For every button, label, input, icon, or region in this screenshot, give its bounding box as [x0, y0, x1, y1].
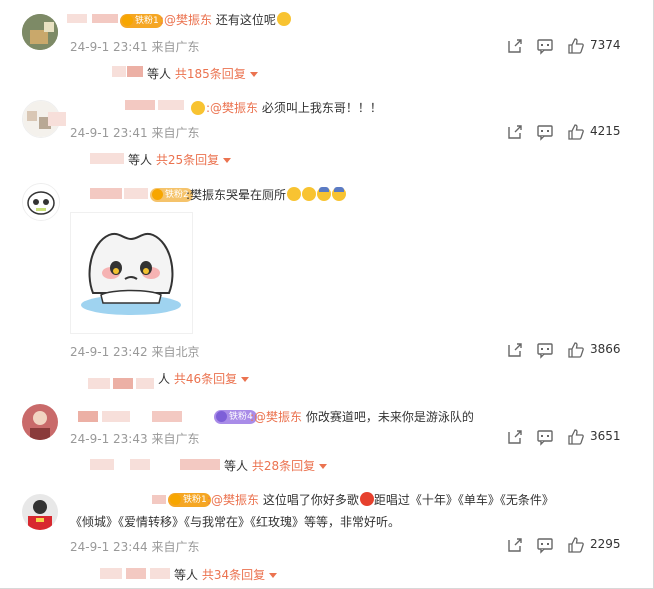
emoji-icon: [317, 187, 332, 201]
emoji-icon: [287, 187, 302, 201]
share-icon[interactable]: [506, 341, 524, 359]
like-count: 3866: [590, 342, 621, 356]
like-count: 3651: [590, 429, 621, 443]
mention-link[interactable]: :@樊振东: [207, 493, 259, 507]
avatar[interactable]: [22, 14, 58, 50]
comment-actions: 7374: [506, 37, 638, 55]
comment-actions: 3866: [506, 341, 638, 359]
share-icon[interactable]: [506, 37, 524, 55]
avatar[interactable]: [22, 404, 58, 440]
location: 来自广东: [151, 126, 200, 140]
share-icon[interactable]: [506, 428, 524, 446]
comment-text: :@樊振东 必须叫上我东哥！！！: [206, 101, 382, 115]
comment-actions: 3651: [506, 428, 638, 446]
timestamp: 24-9-1 23:42: [70, 345, 148, 359]
emoji-icon: [332, 187, 347, 201]
timestamp: 24-9-1 23:41: [70, 126, 148, 140]
location: 来自广东: [151, 40, 200, 54]
location: 来自广东: [151, 432, 200, 446]
reply-summary[interactable]: 等人 共25条回复: [128, 151, 232, 168]
share-icon[interactable]: [506, 536, 524, 554]
emoji-icon: [302, 187, 317, 201]
reply-summary[interactable]: 等人 共185条回复: [147, 65, 258, 82]
comment-icon[interactable]: [536, 37, 554, 55]
location: 来自广东: [151, 540, 200, 554]
comment-text: :@樊振东 你改赛道吧，未来你是游泳队的: [250, 410, 474, 424]
comment-meta: 24-9-1 23:41 来自广东: [70, 38, 199, 55]
comment-text: :@樊振东 还有这位呢: [160, 12, 291, 28]
chevron-down-icon: [249, 72, 258, 77]
chevron-down-icon: [269, 573, 278, 578]
like-icon[interactable]: [567, 123, 585, 141]
fan-badge: 铁粉1: [120, 14, 163, 28]
comment-text-line2: 《倾城》《爱情转移》《与我常在》《红玫瑰》等等，非常好听。: [70, 515, 401, 529]
mention-link[interactable]: :@樊振东: [160, 13, 212, 27]
chevron-down-icon: [223, 158, 232, 163]
share-icon[interactable]: [506, 123, 524, 141]
reply-summary[interactable]: 人 共46条回复: [158, 370, 250, 387]
comment-icon[interactable]: [536, 341, 554, 359]
comment-actions: 2295: [506, 536, 638, 554]
mention-link[interactable]: :@樊振东: [250, 410, 302, 424]
like-icon[interactable]: [567, 428, 585, 446]
mention-link[interactable]: :@樊振东: [206, 101, 258, 115]
sticker-image[interactable]: [70, 212, 193, 334]
location: 来自北京: [151, 345, 200, 359]
like-icon[interactable]: [567, 37, 585, 55]
chevron-down-icon: [241, 377, 250, 382]
reply-summary[interactable]: 等人 共28条回复: [224, 457, 328, 474]
comment-icon[interactable]: [536, 123, 554, 141]
chevron-down-icon: [319, 464, 328, 469]
fan-badge: 铁粉1: [168, 493, 211, 507]
timestamp: 24-9-1 23:43: [70, 432, 148, 446]
badge-icon: [191, 101, 205, 115]
timestamp: 24-9-1 23:41: [70, 40, 148, 54]
like-icon[interactable]: [567, 536, 585, 554]
emoji-icon: [276, 12, 291, 26]
reply-summary[interactable]: 等人 共34条回复: [174, 566, 278, 583]
comment-text: :@樊振东 这位唱了你好多歌 距唱过《十年》《单车》《无条件》: [207, 492, 554, 507]
comment-meta: 24-9-1 23:43 来自广东: [70, 430, 199, 447]
comment-icon[interactable]: [536, 536, 554, 554]
like-count: 4215: [590, 124, 621, 138]
avatar[interactable]: [22, 494, 58, 530]
like-count: 2295: [590, 537, 621, 551]
comment-meta: 24-9-1 23:44 来自广东: [70, 538, 199, 555]
comment-actions: 4215: [506, 123, 638, 141]
comment-text: :樊振东哭晕在厕所: [186, 187, 347, 203]
comment-meta: 24-9-1 23:41 来自广东: [70, 124, 199, 141]
emoji-icon: [359, 492, 374, 506]
comment-icon[interactable]: [536, 428, 554, 446]
comment-meta: 24-9-1 23:42 来自北京: [70, 343, 199, 360]
like-icon[interactable]: [567, 341, 585, 359]
avatar[interactable]: [22, 183, 60, 221]
like-count: 7374: [590, 38, 621, 52]
timestamp: 24-9-1 23:44: [70, 540, 148, 554]
